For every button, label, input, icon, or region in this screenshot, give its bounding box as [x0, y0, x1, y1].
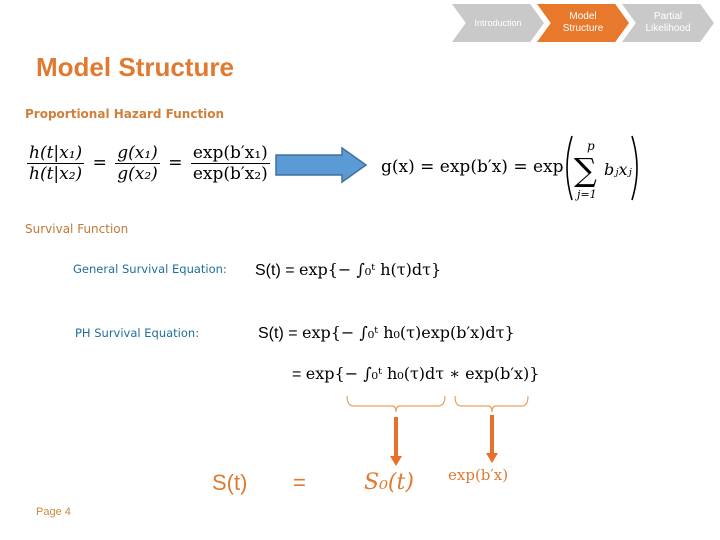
- left-brace: [346, 395, 446, 413]
- down-arrow-right-head: [486, 453, 498, 463]
- nav-step-label: Model Structure: [562, 11, 604, 34]
- summation-group: p ∑ j=1 bⱼxⱼ: [566, 135, 638, 201]
- left-paren: [566, 135, 573, 201]
- hazard-ratio-mid-numerator: g(x₁): [115, 143, 160, 164]
- sigma-icon: ∑: [574, 151, 597, 189]
- page-title: Model Structure: [36, 52, 234, 82]
- section-heading-proportional-hazard: Proportional Hazard Function: [25, 107, 225, 121]
- ph-survival-equation-line2: = exp{− ∫₀ᵗ h₀(τ)dτ ∗ exp(b′x)}: [292, 364, 539, 384]
- nav-step-partial-likelihood[interactable]: Partial Likelihood: [622, 4, 714, 42]
- ph-survival-lhs: S(t) =: [258, 325, 303, 342]
- nav-step-label: Partial Likelihood: [645, 11, 691, 34]
- ph-survival-label: PH Survival Equation:: [75, 326, 200, 340]
- general-survival-equation: S(t) = exp{− ∫₀ᵗ h(τ)dτ}: [255, 260, 441, 280]
- general-survival-rhs: exp{− ∫₀ᵗ h(τ)dτ}: [299, 260, 442, 279]
- right-paren: [631, 135, 638, 201]
- page-number: Page 4: [36, 506, 71, 518]
- nav-step-model-structure[interactable]: Model Structure: [537, 4, 629, 42]
- sum-term: bⱼxⱼ: [604, 160, 632, 179]
- ph-survival-equation-line1: S(t) = exp{− ∫₀ᵗ h₀(τ)exp(b′x)dτ}: [258, 323, 515, 343]
- ph-survival-equals: =: [292, 366, 306, 383]
- result-exponent: exp(b′x): [448, 466, 509, 484]
- result-equals: =: [293, 470, 306, 495]
- hazard-ratio-lhs-denominator: h(t|x₂): [29, 164, 83, 184]
- general-survival-lhs: S(t) =: [255, 262, 300, 279]
- nav-step-label: Introduction: [474, 18, 522, 28]
- hazard-ratio-rhs-numerator: exp(b′x₁): [190, 143, 270, 164]
- right-arrow-icon: [275, 146, 368, 184]
- nav-step-introduction[interactable]: Introduction: [452, 4, 544, 42]
- down-arrow-left-head: [390, 456, 402, 466]
- brace-annotations: [346, 395, 529, 466]
- section-heading-survival: Survival Function: [25, 222, 129, 236]
- result-baseline-survival: S₀(t): [364, 470, 414, 495]
- hazard-ratio-lhs-numerator: h(t|x₁): [27, 143, 85, 164]
- result-lhs: S(t): [212, 470, 248, 495]
- hazard-ratio-equation: h(t|x₁) h(t|x₂) = g(x₁) g(x₂) = exp(b′x₁…: [27, 143, 270, 184]
- ph-survival-rhs-line1: exp{− ∫₀ᵗ h₀(τ)exp(b′x)dτ}: [302, 323, 515, 342]
- right-brace: [454, 395, 529, 413]
- hazard-ratio-mid-denominator: g(x₂): [117, 164, 158, 184]
- g-equation-lhs: g(x) = exp(b′x) = exp: [381, 157, 564, 177]
- general-survival-label: General Survival Equation:: [73, 262, 227, 276]
- ph-survival-rhs-line2: exp{− ∫₀ᵗ h₀(τ)dτ ∗ exp(b′x)}: [305, 364, 540, 383]
- sum-lower-limit: j=1: [574, 188, 597, 201]
- hazard-ratio-rhs-denominator: exp(b′x₂): [192, 164, 268, 184]
